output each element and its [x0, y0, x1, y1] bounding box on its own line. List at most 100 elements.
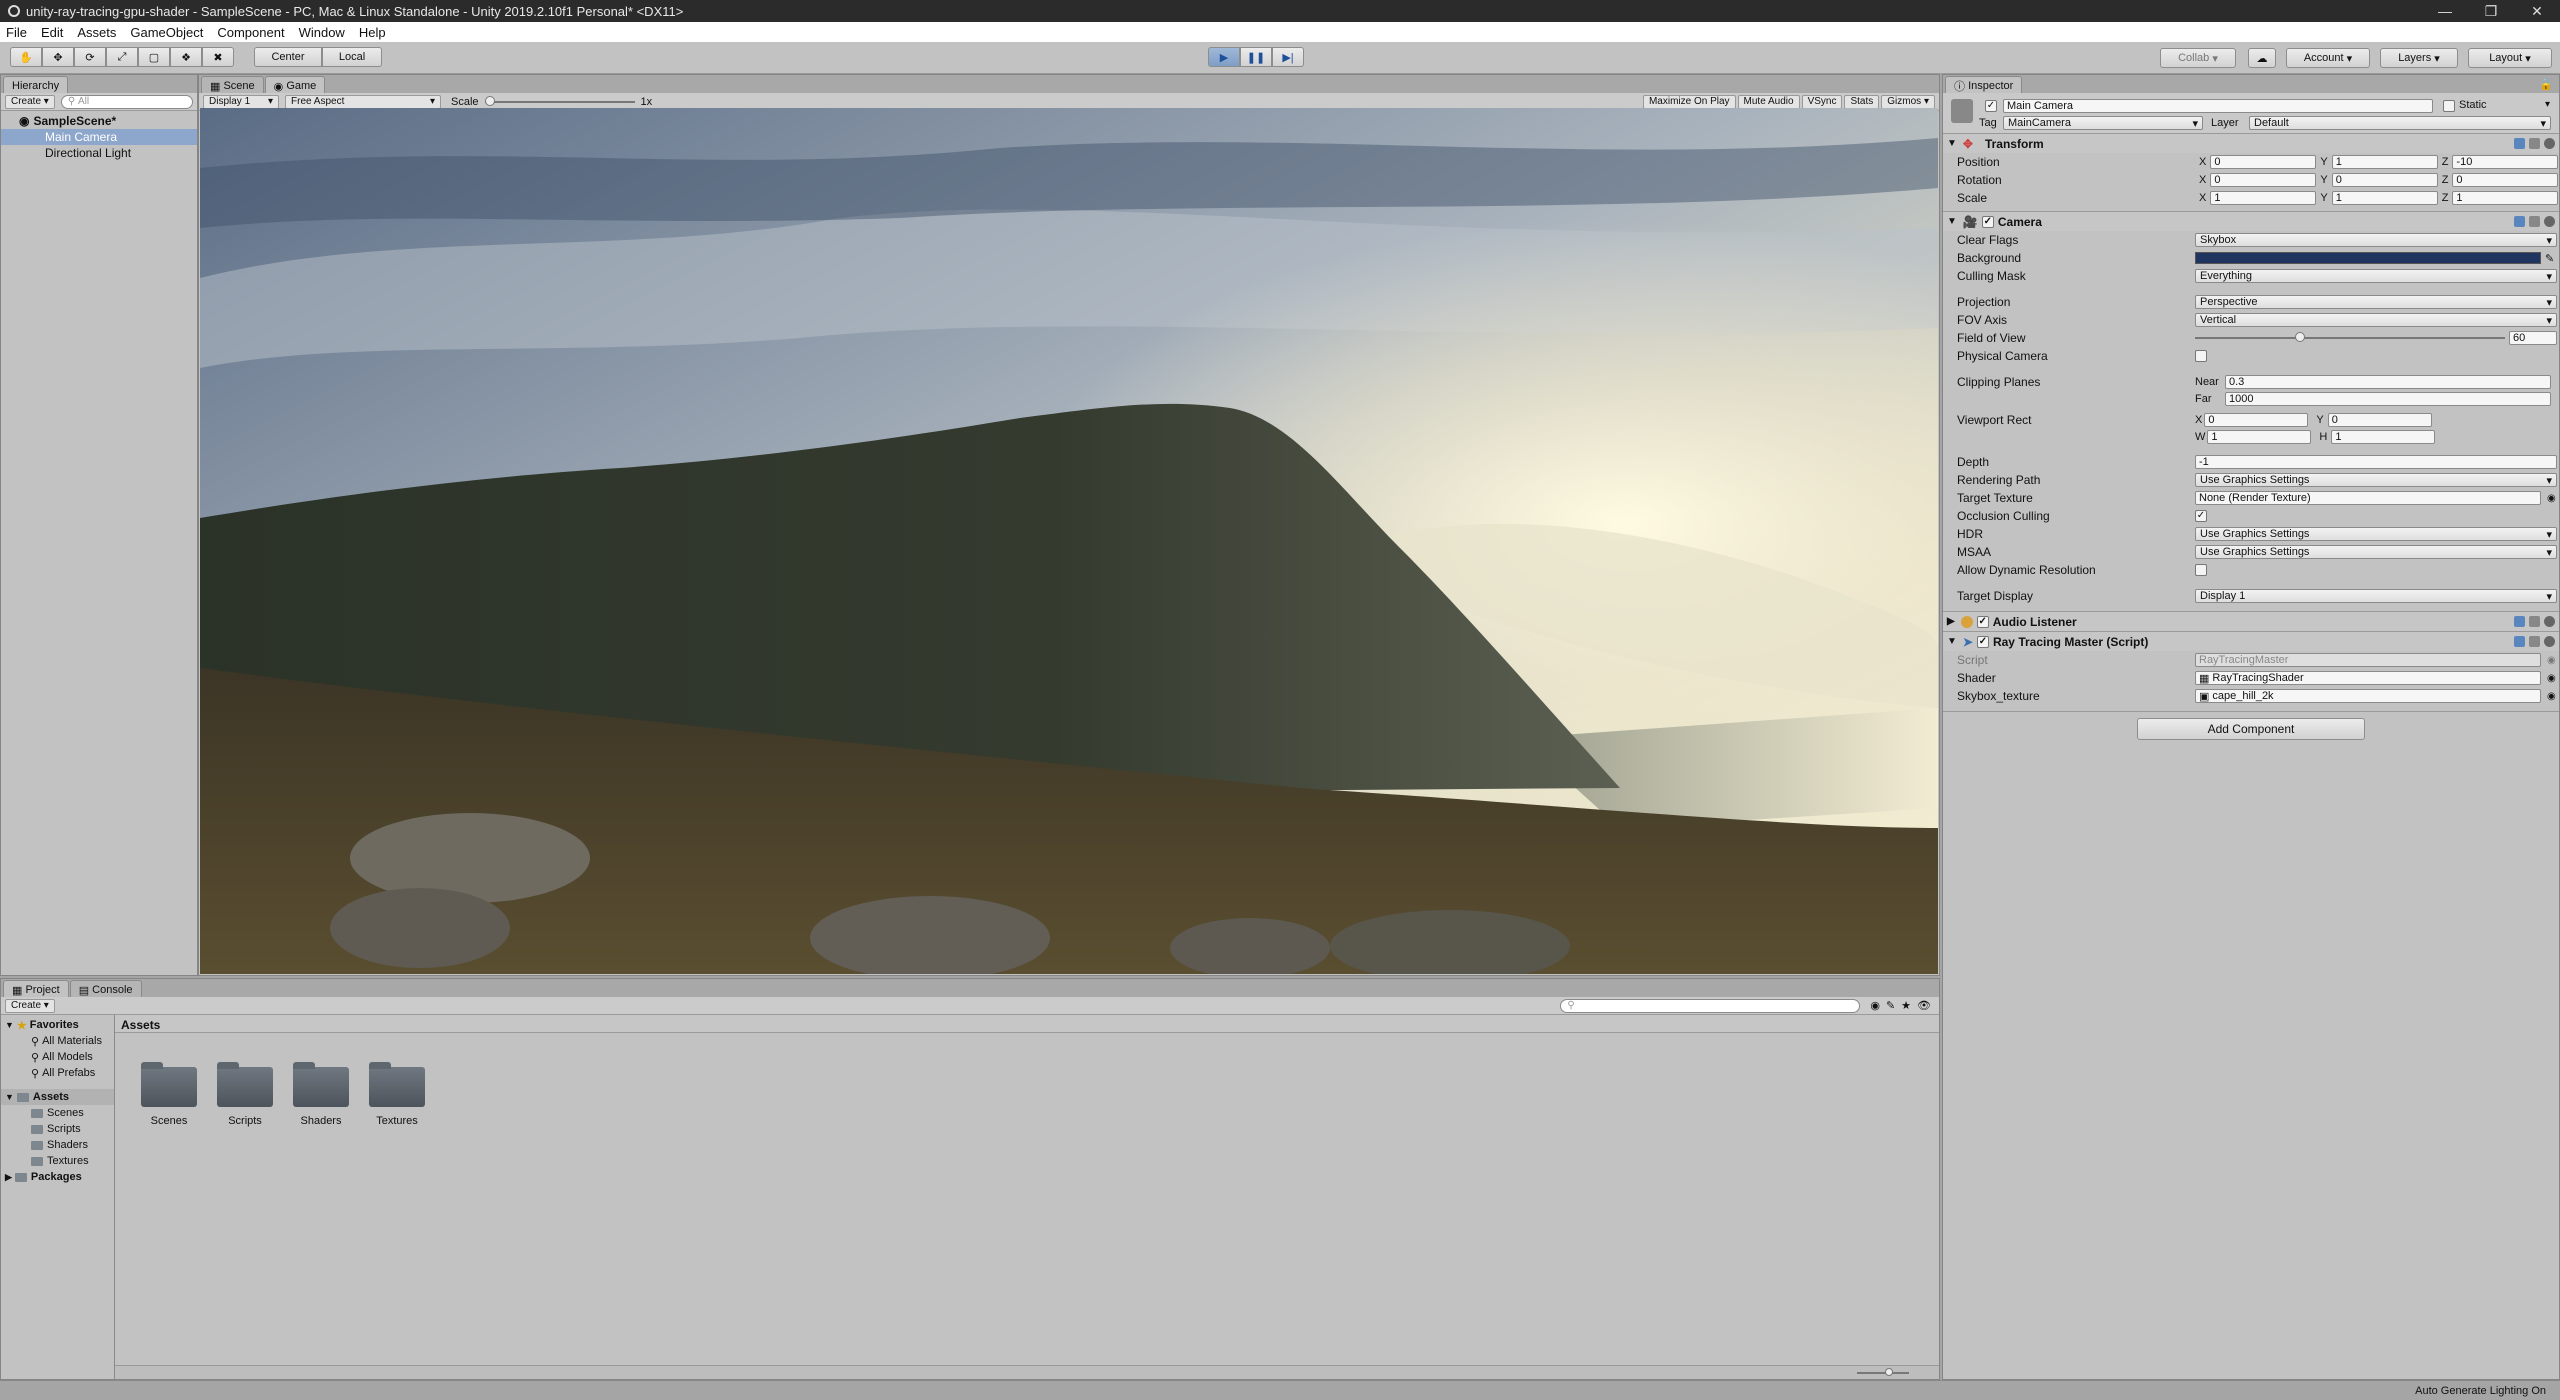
gizmos-dropdown[interactable]: Gizmos ▾: [1881, 94, 1935, 109]
active-checkbox[interactable]: ✓: [1985, 100, 1997, 112]
mute-audio-toggle[interactable]: Mute Audio: [1737, 94, 1800, 109]
object-name-field[interactable]: Main Camera: [2003, 99, 2433, 113]
pause-button[interactable]: ❚❚: [1240, 47, 1272, 67]
menu-component[interactable]: Component: [217, 25, 284, 40]
position-z-field[interactable]: -10: [2452, 155, 2559, 169]
gear-icon[interactable]: [2544, 138, 2555, 149]
position-y-field[interactable]: 1: [2331, 155, 2438, 169]
layout-dropdown[interactable]: Layout ▾: [2468, 48, 2552, 68]
menu-gameobject[interactable]: GameObject: [130, 25, 203, 40]
asset-folder-item[interactable]: Scripts: [1, 1121, 114, 1137]
preset-icon[interactable]: [2529, 636, 2540, 647]
tab-project[interactable]: ▦ Project: [3, 980, 69, 997]
camera-header[interactable]: ▼ 🎥 ✓ Camera: [1943, 211, 2559, 231]
layers-dropdown[interactable]: Layers ▾: [2380, 48, 2458, 68]
scale-x-field[interactable]: 1: [2210, 191, 2317, 205]
rotation-x-field[interactable]: 0: [2210, 173, 2317, 187]
msaa-dropdown[interactable]: Use Graphics Settings ▾: [2195, 545, 2557, 559]
assets-row[interactable]: ▼ Assets: [1, 1089, 114, 1105]
fov-slider[interactable]: [2195, 332, 2505, 342]
icon-size-slider[interactable]: [1857, 1368, 1909, 1376]
help-icon[interactable]: [2514, 636, 2525, 647]
icon-size-slider-thumb[interactable]: [1885, 1368, 1893, 1376]
breadcrumb-assets[interactable]: Assets: [121, 1018, 160, 1032]
hierarchy-search-input[interactable]: ⚲ All: [60, 94, 193, 109]
depth-field[interactable]: -1: [2195, 455, 2557, 469]
scale-z-field[interactable]: 1: [2452, 191, 2559, 205]
target-display-dropdown[interactable]: Display 1 ▾: [2195, 589, 2557, 603]
hierarchy-item-main-camera[interactable]: Main Camera: [1, 129, 197, 145]
tab-hierarchy[interactable]: Hierarchy: [3, 76, 69, 93]
cloud-button[interactable]: ☁: [2248, 48, 2276, 68]
target-texture-field[interactable]: None (Render Texture): [2195, 491, 2541, 505]
eyedropper-icon[interactable]: ✎: [2545, 252, 2554, 265]
display-dropdown[interactable]: Display 1 ▾: [203, 94, 279, 109]
far-field[interactable]: 1000: [2225, 392, 2551, 406]
vp-w-field[interactable]: 1: [2207, 430, 2312, 444]
scale-slider[interactable]: [484, 95, 635, 106]
shader-field[interactable]: ▦ RayTracingShader: [2195, 671, 2541, 685]
collab-button[interactable]: Collab ▾: [2160, 48, 2236, 68]
move-tool-icon[interactable]: ✥: [42, 47, 74, 67]
scene-row[interactable]: ◉ SampleScene*: [1, 113, 197, 129]
favorite-item[interactable]: ⚲ All Prefabs: [1, 1065, 114, 1081]
hierarchy-create-button[interactable]: Create ▾: [5, 94, 55, 109]
folder-item-scripts[interactable]: Scripts: [207, 1062, 283, 1127]
gear-icon[interactable]: [2544, 216, 2555, 227]
camera-enabled-checkbox[interactable]: ✓: [1981, 215, 1994, 228]
add-component-button[interactable]: Add Component: [2137, 718, 2365, 740]
audio-listener-checkbox[interactable]: ✓: [1976, 615, 1989, 628]
vp-h-field[interactable]: 1: [2331, 430, 2436, 444]
menu-edit[interactable]: Edit: [41, 25, 63, 40]
favorite-star-icon[interactable]: ★: [1901, 999, 1911, 1012]
lock-icon[interactable]: 🔒: [2539, 78, 2553, 91]
pivot-center-button[interactable]: Center: [254, 47, 322, 67]
help-icon[interactable]: [2514, 616, 2525, 627]
occlusion-checkbox[interactable]: ✓: [2195, 510, 2207, 522]
clear-flags-dropdown[interactable]: Skybox ▾: [2195, 233, 2557, 247]
scale-tool-icon[interactable]: ⤢: [106, 47, 138, 67]
play-button[interactable]: ▶: [1208, 47, 1240, 67]
favorite-item[interactable]: ⚲ All Materials: [1, 1033, 114, 1049]
filter-label-icon[interactable]: ✎: [1886, 999, 1895, 1012]
folder-item-shaders[interactable]: Shaders: [283, 1062, 359, 1127]
tag-dropdown[interactable]: MainCamera ▾: [2003, 116, 2203, 130]
favorite-item[interactable]: ⚲ All Models: [1, 1049, 114, 1065]
rotation-z-field[interactable]: 0: [2452, 173, 2559, 187]
help-icon[interactable]: [2514, 138, 2525, 149]
fov-slider-thumb[interactable]: [2295, 332, 2305, 342]
hdr-dropdown[interactable]: Use Graphics Settings ▾: [2195, 527, 2557, 541]
ray-tracing-header[interactable]: ▼ ➤ ✓ Ray Tracing Master (Script): [1943, 631, 2559, 651]
vsync-toggle[interactable]: VSync: [1801, 94, 1843, 109]
menu-help[interactable]: Help: [359, 25, 386, 40]
minimize-icon[interactable]: —: [2422, 0, 2468, 22]
preset-icon[interactable]: [2529, 216, 2540, 227]
physical-camera-checkbox[interactable]: [2195, 350, 2207, 362]
skybox-field[interactable]: ▣ cape_hill_2k: [2195, 689, 2541, 703]
vp-y-field[interactable]: 0: [2327, 413, 2432, 427]
object-picker-icon[interactable]: ◉: [2547, 673, 2556, 684]
tab-scene[interactable]: ▦ Scene: [201, 76, 264, 93]
vp-x-field[interactable]: 0: [2204, 413, 2309, 427]
position-x-field[interactable]: 0: [2210, 155, 2317, 169]
asset-folder-item[interactable]: Scenes: [1, 1105, 114, 1121]
project-search-input[interactable]: ⚲: [1560, 998, 1861, 1013]
transform-tool-icon[interactable]: ❖: [170, 47, 202, 67]
menu-assets[interactable]: Assets: [77, 25, 116, 40]
stats-toggle[interactable]: Stats: [1844, 94, 1880, 109]
static-dropdown-icon[interactable]: ▾: [2545, 99, 2550, 110]
audio-listener-header[interactable]: ▶ ✓ Audio Listener: [1943, 611, 2559, 631]
tab-game[interactable]: ◉ Game: [264, 76, 326, 93]
object-picker-icon[interactable]: ◉: [2547, 493, 2556, 504]
help-icon[interactable]: [2514, 216, 2525, 227]
folder-item-scenes[interactable]: Scenes: [131, 1062, 207, 1127]
transform-header[interactable]: ▼ ✥ Transform: [1943, 133, 2559, 153]
scale-y-field[interactable]: 1: [2331, 191, 2438, 205]
tab-inspector[interactable]: ⓘ Inspector: [1945, 76, 2023, 93]
near-field[interactable]: 0.3: [2225, 375, 2551, 389]
project-create-button[interactable]: Create ▾: [5, 998, 55, 1013]
pivot-local-button[interactable]: Local: [322, 47, 382, 67]
object-picker-icon[interactable]: ◉: [2547, 691, 2556, 702]
aspect-dropdown[interactable]: Free Aspect ▾: [285, 94, 441, 109]
hand-tool-icon[interactable]: ✋: [10, 47, 42, 67]
